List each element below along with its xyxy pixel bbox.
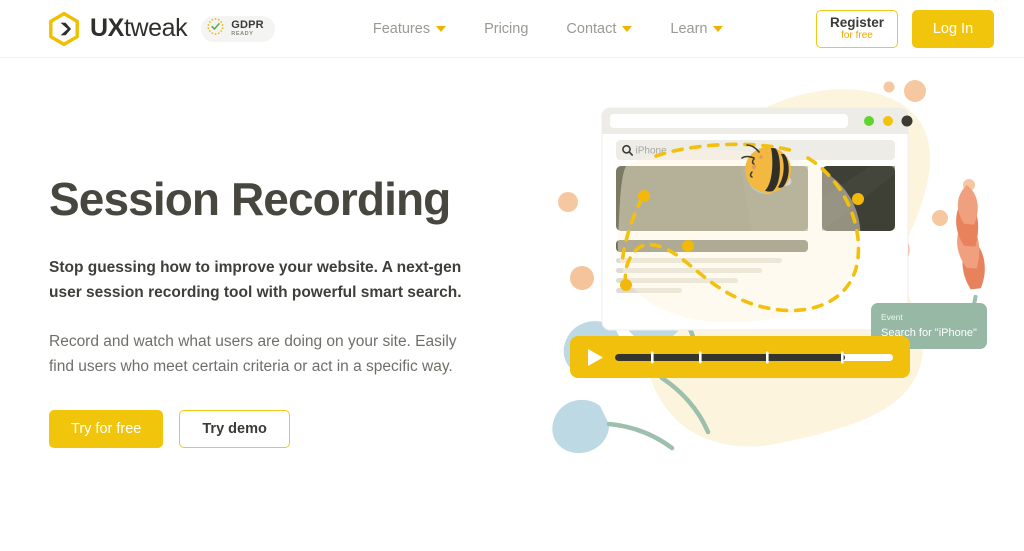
browser-url-bar — [610, 114, 848, 128]
chevron-down-icon — [713, 25, 724, 32]
nav-item-contact[interactable]: Contact — [566, 20, 633, 37]
brand-name-light: tweak — [123, 14, 188, 42]
main-navigation: Features Pricing Contact Learn — [373, 21, 724, 37]
player-progress — [615, 354, 845, 361]
hexagon-chevron-logo-icon — [47, 11, 81, 46]
hero-cta-group: Try for free Try demo — [49, 410, 520, 449]
brand-logo[interactable]: UXtweak GDPR READY — [47, 11, 275, 46]
chevron-down-icon — [436, 25, 447, 32]
page-title: Session Recording — [49, 173, 451, 225]
nav-item-pricing[interactable]: Pricing — [484, 21, 528, 37]
register-label: Register — [829, 14, 885, 30]
site-header: UXtweak GDPR READY Features Pricing Cont… — [0, 0, 1024, 58]
hero-illustration: iPhone Event Search for "iPhone" — [540, 58, 1024, 551]
gdpr-sublabel: READY — [231, 30, 254, 37]
nav-item-features[interactable]: Features — [372, 20, 447, 37]
window-dot-yellow — [883, 116, 893, 126]
gdpr-label: GDPR — [231, 18, 264, 31]
window-dot-dark — [901, 115, 913, 127]
hero-section: Session Recording Stop guessing how to i… — [0, 58, 1024, 551]
nav-label-pricing: Pricing — [484, 20, 529, 37]
gdpr-ready-badge: GDPR READY — [201, 15, 275, 42]
nav-label-features: Features — [372, 20, 431, 37]
register-button[interactable]: Register for free — [816, 9, 898, 48]
nav-label-learn: Learn — [670, 20, 708, 37]
tooltip-label: Event — [881, 312, 903, 322]
hero-description: Record and watch what users are doing on… — [49, 332, 457, 375]
window-dot-green — [864, 116, 874, 126]
gdpr-badge-text: GDPR READY — [231, 18, 264, 38]
hero-subtitle: Stop guessing how to improve your websit… — [49, 258, 462, 301]
dotted-check-circle-icon — [206, 17, 225, 41]
brand-name-bold: UX — [90, 14, 124, 42]
register-sublabel: for free — [841, 30, 873, 42]
nav-label-contact: Contact — [566, 20, 617, 37]
nav-item-learn[interactable]: Learn — [670, 20, 724, 37]
session-player-bar — [570, 336, 910, 378]
try-demo-button[interactable]: Try demo — [179, 410, 290, 449]
try-for-free-button[interactable]: Try for free — [49, 410, 164, 449]
login-button[interactable]: Log In — [912, 9, 994, 48]
chevron-down-icon — [622, 25, 633, 32]
auth-actions: Register for free Log In — [816, 9, 994, 48]
brand-wordmark: UXtweak — [90, 14, 188, 43]
hero-copy: Session Recording Stop guessing how to i… — [0, 58, 520, 551]
